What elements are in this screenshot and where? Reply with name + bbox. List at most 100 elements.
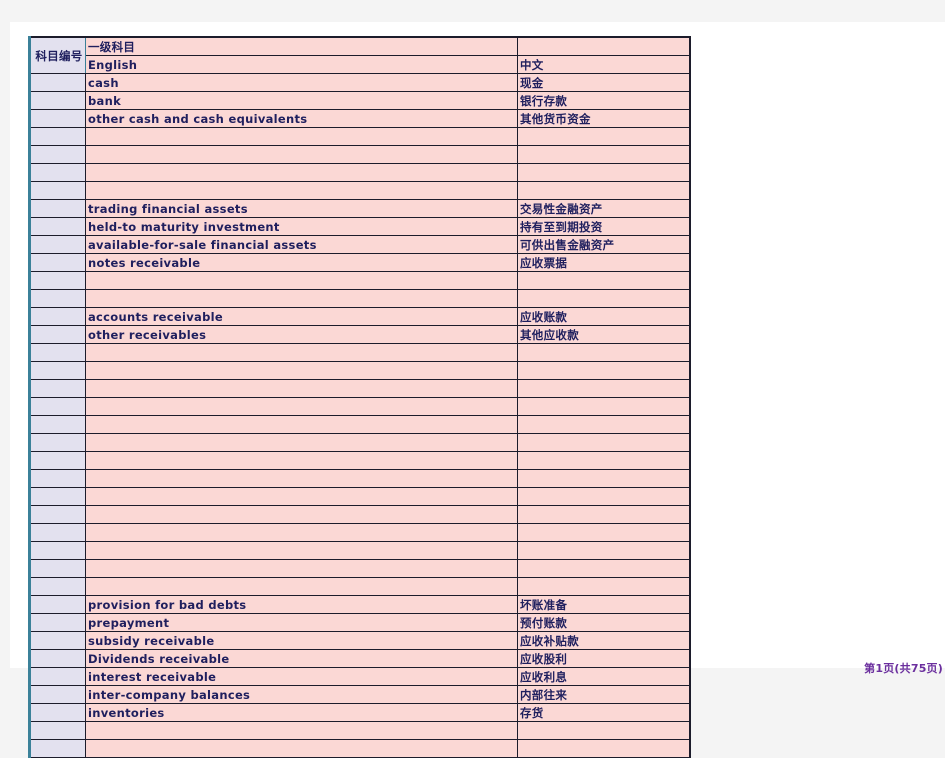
cell-code[interactable] bbox=[28, 109, 86, 128]
cell-code[interactable] bbox=[28, 721, 86, 740]
cell-chinese[interactable] bbox=[517, 271, 691, 290]
cell-chinese[interactable]: 应收股利 bbox=[517, 649, 691, 668]
cell-code[interactable] bbox=[28, 163, 86, 182]
table-row[interactable] bbox=[28, 721, 691, 740]
cell-chinese[interactable] bbox=[517, 487, 691, 506]
cell-chinese[interactable] bbox=[517, 415, 691, 434]
cell-code[interactable] bbox=[28, 235, 86, 254]
cell-english[interactable]: accounts receivable bbox=[85, 307, 518, 326]
cell-code[interactable] bbox=[28, 379, 86, 398]
cell-english[interactable] bbox=[85, 361, 518, 380]
cell-code[interactable] bbox=[28, 361, 86, 380]
cell-english[interactable]: English bbox=[85, 55, 518, 74]
cell-chinese[interactable] bbox=[517, 469, 691, 488]
table-row[interactable] bbox=[28, 451, 691, 470]
table-row[interactable] bbox=[28, 505, 691, 524]
cell-chinese[interactable] bbox=[517, 523, 691, 542]
table-row[interactable] bbox=[28, 415, 691, 434]
cell-english[interactable] bbox=[85, 127, 518, 146]
cell-english[interactable]: bank bbox=[85, 91, 518, 110]
table-row[interactable] bbox=[28, 577, 691, 596]
table-row[interactable]: inventories 存货 bbox=[28, 703, 691, 722]
table-row[interactable]: accounts receivable 应收账款 bbox=[28, 307, 691, 326]
cell-english[interactable] bbox=[85, 541, 518, 560]
table-row[interactable] bbox=[28, 145, 691, 164]
cell-english[interactable]: inter-company balances bbox=[85, 685, 518, 704]
cell-chinese[interactable]: 持有至到期投资 bbox=[517, 217, 691, 236]
cell-code[interactable] bbox=[28, 325, 86, 344]
cell-english[interactable]: interest receivable bbox=[85, 667, 518, 686]
table-row[interactable]: cash 现金 bbox=[28, 73, 691, 92]
cell-english[interactable]: Dividends receivable bbox=[85, 649, 518, 668]
table-row[interactable]: other cash and cash equivalents 其他货币资金 bbox=[28, 109, 691, 128]
cell-code[interactable] bbox=[28, 487, 86, 506]
cell-english[interactable] bbox=[85, 181, 518, 200]
cell-chinese[interactable] bbox=[517, 721, 691, 740]
cell-code[interactable] bbox=[28, 289, 86, 308]
cell-english[interactable]: held-to maturity investment bbox=[85, 217, 518, 236]
cell-code[interactable] bbox=[28, 181, 86, 200]
cell-code[interactable] bbox=[28, 469, 86, 488]
cell-english[interactable] bbox=[85, 739, 518, 758]
table-row[interactable] bbox=[28, 523, 691, 542]
cell-english[interactable]: provision for bad debts bbox=[85, 595, 518, 614]
cell-chinese[interactable] bbox=[517, 127, 691, 146]
cell-chinese[interactable] bbox=[517, 433, 691, 452]
cell-chinese[interactable]: 其他应收款 bbox=[517, 325, 691, 344]
cell-english[interactable] bbox=[85, 451, 518, 470]
table-row[interactable] bbox=[28, 379, 691, 398]
cell-chinese[interactable]: 中文 bbox=[517, 55, 691, 74]
cell-chinese[interactable] bbox=[517, 577, 691, 596]
cell-code[interactable] bbox=[28, 739, 86, 758]
cell-english[interactable] bbox=[85, 487, 518, 506]
cell-english[interactable]: prepayment bbox=[85, 613, 518, 632]
cell-english[interactable] bbox=[85, 343, 518, 362]
cell-chinese[interactable] bbox=[517, 289, 691, 308]
cell-code[interactable] bbox=[28, 667, 86, 686]
table-row[interactable]: English 中文 bbox=[30, 55, 691, 74]
cell-code[interactable] bbox=[28, 451, 86, 470]
cell-english[interactable] bbox=[85, 379, 518, 398]
cell-code[interactable] bbox=[28, 73, 86, 92]
table-row[interactable]: prepayment 预付账款 bbox=[28, 613, 691, 632]
cell-code[interactable] bbox=[28, 145, 86, 164]
cell-english[interactable]: notes receivable bbox=[85, 253, 518, 272]
cell-english[interactable]: trading financial assets bbox=[85, 199, 518, 218]
cell-english[interactable]: other cash and cash equivalents bbox=[85, 109, 518, 128]
cell-english[interactable] bbox=[85, 523, 518, 542]
cell-chinese[interactable]: 交易性金融资产 bbox=[517, 199, 691, 218]
cell-chinese[interactable] bbox=[517, 163, 691, 182]
cell-english[interactable] bbox=[85, 433, 518, 452]
table-row[interactable]: held-to maturity investment 持有至到期投资 bbox=[28, 217, 691, 236]
table-row[interactable]: interest receivable 应收利息 bbox=[28, 667, 691, 686]
cell-english[interactable] bbox=[85, 145, 518, 164]
cell-english[interactable] bbox=[85, 721, 518, 740]
cell-code[interactable] bbox=[28, 631, 86, 650]
cell-code[interactable] bbox=[28, 91, 86, 110]
cell-code[interactable] bbox=[28, 307, 86, 326]
cell-chinese[interactable]: 应收补贴款 bbox=[517, 631, 691, 650]
cell-chinese[interactable]: 预付账款 bbox=[517, 613, 691, 632]
cell-english[interactable]: subsidy receivable bbox=[85, 631, 518, 650]
table-row[interactable] bbox=[28, 127, 691, 146]
cell-chinese[interactable]: 内部往来 bbox=[517, 685, 691, 704]
cell-english[interactable] bbox=[85, 397, 518, 416]
cell-chinese[interactable]: 应收利息 bbox=[517, 667, 691, 686]
cell-english[interactable] bbox=[85, 469, 518, 488]
cell-chinese[interactable]: 存货 bbox=[517, 703, 691, 722]
table-row[interactable]: notes receivable 应收票据 bbox=[28, 253, 691, 272]
cell-code[interactable] bbox=[28, 505, 86, 524]
table-row[interactable] bbox=[28, 271, 691, 290]
table-row[interactable]: bank 银行存款 bbox=[28, 91, 691, 110]
cell-code[interactable] bbox=[28, 253, 86, 272]
cell-chinese[interactable] bbox=[517, 343, 691, 362]
cell-english[interactable]: cash bbox=[85, 73, 518, 92]
cell-chinese[interactable] bbox=[517, 361, 691, 380]
cell-chinese[interactable]: 现金 bbox=[517, 73, 691, 92]
cell-chinese[interactable] bbox=[517, 559, 691, 578]
cell-english[interactable] bbox=[85, 271, 518, 290]
table-row[interactable] bbox=[28, 469, 691, 488]
cell-english[interactable] bbox=[85, 289, 518, 308]
cell-chinese[interactable]: 应收账款 bbox=[517, 307, 691, 326]
table-row[interactable] bbox=[28, 739, 691, 758]
